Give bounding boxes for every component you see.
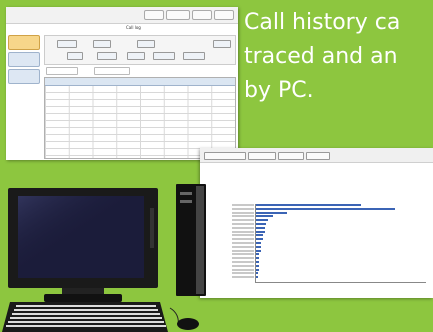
chart-bar: [256, 219, 268, 222]
toolbar-button: [248, 152, 276, 160]
toolbar-button: [166, 10, 190, 20]
filter-button: [153, 52, 175, 60]
filter-button: [127, 52, 145, 60]
chart-bar: [256, 242, 262, 244]
toolbar-button: [192, 10, 212, 20]
bar-chart-plot: [255, 204, 426, 283]
call-log-title: Call log: [126, 25, 141, 30]
sidebar-item: [8, 35, 40, 50]
chart-bar: [256, 268, 260, 271]
filter-button: [67, 52, 83, 60]
chart-bar: [256, 276, 258, 279]
select-field: [94, 67, 130, 75]
filter-button: [183, 52, 205, 60]
filter-button: [137, 40, 155, 48]
chart-toolbar: [200, 148, 433, 163]
filter-button: [213, 40, 231, 48]
call-log-screenshot: Call log: [6, 7, 238, 160]
chart-bar: [256, 245, 262, 248]
chart-bar: [256, 272, 258, 275]
call-log-table: [44, 77, 236, 159]
keyboard-icon: [2, 302, 168, 332]
filter-field: [57, 40, 77, 48]
search-field: [46, 67, 78, 75]
pc-tower-icon: [176, 184, 206, 296]
call-log-sidebar: [8, 35, 40, 157]
chart-bar: [256, 223, 267, 225]
chart-bar: [256, 207, 396, 210]
toolbar-button: [144, 10, 164, 20]
caption-text: Call history ca traced and an by PC.: [244, 10, 401, 103]
chart-bar: [256, 238, 263, 241]
monitor-icon: [8, 188, 158, 302]
chart-bar: [256, 249, 262, 252]
chart-bar: [256, 257, 260, 260]
filter-button: [97, 52, 117, 60]
chart-bar: [256, 261, 260, 263]
computer-illustration: [2, 184, 206, 332]
chart-bar: [256, 211, 287, 214]
chart-bar: [256, 264, 260, 267]
toolbar-button: [214, 10, 234, 20]
toolbar-button: [278, 152, 304, 160]
chart-bar: [256, 204, 362, 206]
chart-bar: [256, 234, 263, 237]
chart-bar: [256, 230, 265, 233]
call-log-filter-panel: [44, 35, 236, 65]
sidebar-item: [8, 69, 40, 84]
chart-bar: [256, 226, 265, 229]
table-header: [45, 78, 235, 86]
mouse-icon: [169, 307, 199, 330]
call-log-toolbar: [6, 7, 238, 24]
sidebar-item: [8, 52, 40, 67]
chart-bar: [256, 253, 260, 256]
filter-button: [93, 40, 111, 48]
toolbar-button: [306, 152, 330, 160]
toolbar-button: [204, 152, 246, 160]
chart-bar: [256, 215, 273, 218]
